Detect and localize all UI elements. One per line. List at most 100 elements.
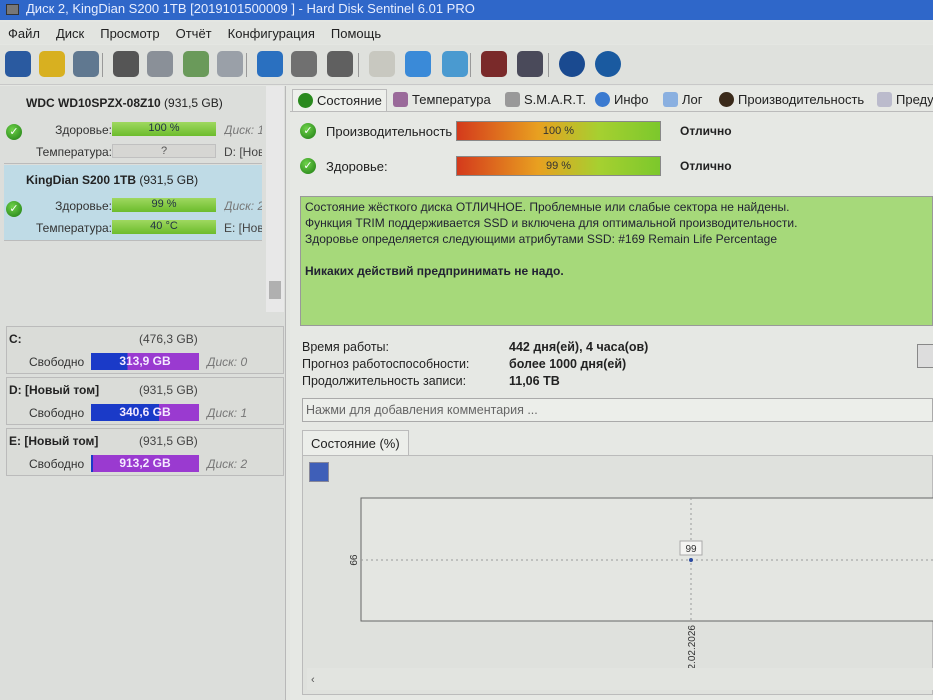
writes-row: Продолжительность записи: 11,06 TB	[302, 374, 560, 388]
volume-name: D: [Новый том]	[9, 383, 100, 397]
toolbar	[0, 45, 933, 85]
volume-item[interactable]: D: [Новый том] (931,5 GB) Свободно 340,6 GB…	[6, 377, 284, 425]
app-icon	[6, 4, 19, 15]
volume-item[interactable]: E: [Новый том] (931,5 GB) Свободно 913,2 GB…	[6, 428, 284, 476]
tab-info[interactable]: Инфо	[590, 89, 652, 111]
uptime-value: 442 дня(ей), 4 часа(ов)	[509, 340, 649, 354]
tab-label: Инфо	[614, 92, 649, 107]
check-icon: ✓	[300, 123, 316, 139]
menu-config[interactable]: Конфигурация	[220, 22, 323, 44]
disk-model: KingDian S200 1TB	[26, 173, 137, 187]
performance-bar: 100 %	[456, 121, 661, 141]
health-bar: 99 %	[456, 156, 661, 176]
menu-file[interactable]: Файл	[0, 22, 48, 44]
tab-log[interactable]: Лог	[658, 89, 707, 111]
menu-view[interactable]: Просмотр	[92, 22, 167, 44]
toolbar-separator	[246, 53, 247, 77]
y-tick-label: 99	[347, 554, 358, 566]
menu-disk[interactable]: Диск	[48, 22, 92, 44]
check-icon: ✓	[300, 158, 316, 174]
disk-search-icon[interactable]	[217, 51, 243, 77]
toolbar-separator	[358, 53, 359, 77]
tab-bar: Состояние Температура S.M.A.R.T. Инфо Ло…	[290, 86, 933, 112]
refresh-icon[interactable]	[5, 51, 31, 77]
sync-icon[interactable]	[405, 51, 431, 77]
temp-bar: 40 °C	[112, 220, 216, 234]
scroll-left-icon[interactable]: ‹	[311, 674, 315, 686]
performance-row: ✓ Производительность 100 % Отлично	[300, 121, 920, 143]
computers-icon[interactable]	[442, 51, 468, 77]
free-space-bar: 340,6 GB	[91, 404, 199, 421]
pages-icon	[877, 92, 892, 107]
tab-smart[interactable]: S.M.A.R.T.	[500, 89, 590, 111]
volume-ref: E: [Новый том]	[224, 221, 262, 235]
chart-scrollbar[interactable]	[307, 668, 933, 690]
disk-dark-icon[interactable]	[113, 51, 139, 77]
tab-label: Преду	[896, 92, 933, 107]
message-line: Функция TRIM поддерживается SSD и включе…	[305, 216, 798, 230]
volume-size: (476,3 GB)	[139, 332, 198, 346]
disk-server-icon[interactable]	[327, 51, 353, 77]
tab-label: Производительность	[738, 92, 865, 107]
disk-name: KingDian S200 1TB (931,5 GB)	[26, 173, 198, 187]
volume-disk: Диск: 2	[207, 457, 248, 471]
main-panel: Состояние Температура S.M.A.R.T. Инфо Ло…	[290, 86, 933, 700]
volume-item[interactable]: C: (476,3 GB) Свободно 313,9 GB Диск: 0	[6, 326, 284, 374]
tab-performance[interactable]: Производительность	[714, 89, 868, 111]
health-label: Здоровье:	[326, 159, 388, 174]
disk-item-1[interactable]: KingDian S200 1TB (931,5 GB) ✓ Здоровье:…	[4, 165, 262, 241]
forecast-label: Прогноз работоспособности:	[302, 357, 470, 371]
comment-input[interactable]: Нажми для добавления комментария ...	[302, 398, 933, 422]
document-icon	[663, 92, 678, 107]
toolbar-separator	[470, 53, 471, 77]
disk-item-0[interactable]: WDC WD10SPZX-08Z10 (931,5 GB) ✓ Здоровье…	[4, 88, 262, 164]
performance-status: Отлично	[680, 124, 732, 138]
tab-label: Лог	[682, 92, 703, 107]
toolbar-separator	[102, 53, 103, 77]
volume-disk: Диск: 1	[207, 406, 248, 420]
free-label: Свободно	[29, 355, 85, 369]
health-row: ✓ Здоровье: 99 % Отлично	[300, 156, 920, 178]
toolbar-separator	[548, 53, 549, 77]
about-icon[interactable]	[595, 51, 621, 77]
volume-disk: Диск: 0	[207, 355, 248, 369]
tab-status[interactable]: Состояние	[292, 89, 387, 111]
disk-test-icon[interactable]	[147, 51, 173, 77]
tab-health-chart[interactable]: Состояние (%)	[302, 430, 409, 456]
help-icon[interactable]	[559, 51, 585, 77]
free-space-bar: 913,2 GB	[91, 455, 199, 472]
tab-label: Состояние	[317, 93, 382, 108]
chart-panel: 99 99 12.02.2026 ‹	[302, 455, 933, 695]
menu-report[interactable]: Отчёт	[168, 22, 220, 44]
writes-value: 11,06 TB	[509, 374, 560, 388]
settings-icon[interactable]	[517, 51, 543, 77]
scroll-thumb[interactable]	[269, 281, 281, 299]
gauge-icon	[719, 92, 734, 107]
health-bar: 100 %	[112, 122, 216, 136]
tab-label: Температура	[412, 92, 491, 107]
terminal-icon[interactable]	[481, 51, 507, 77]
disk-list-scrollbar[interactable]	[266, 86, 284, 312]
side-button[interactable]	[917, 344, 933, 368]
disk-info-icon[interactable]	[73, 51, 99, 77]
network-icon[interactable]	[257, 51, 283, 77]
tab-alerts[interactable]: Преду	[872, 89, 933, 111]
disk-tools-icon[interactable]	[291, 51, 317, 77]
health-label: Здоровье:	[55, 199, 112, 213]
performance-label: Производительность	[326, 124, 453, 139]
disk-name: WDC WD10SPZX-08Z10 (931,5 GB)	[26, 96, 223, 110]
report-icon[interactable]	[369, 51, 395, 77]
thermometer-icon	[393, 92, 408, 107]
forecast-row: Прогноз работоспособности: более 1000 дня…	[302, 357, 626, 371]
x-tick-label: 12.02.2026	[687, 625, 698, 675]
menu-help[interactable]: Помощь	[323, 22, 389, 44]
health-status: Отлично	[680, 159, 732, 173]
health-chart: 99 99 12.02.2026 ‹	[307, 497, 933, 690]
writes-label: Продолжительность записи:	[302, 374, 467, 388]
alerts-icon[interactable]	[39, 51, 65, 77]
tab-temperature[interactable]: Температура	[388, 89, 495, 111]
free-label: Свободно	[29, 457, 85, 471]
free-label: Свободно	[29, 406, 85, 420]
disk-number: Диск: 2	[224, 199, 262, 213]
disk-ok-icon[interactable]	[183, 51, 209, 77]
